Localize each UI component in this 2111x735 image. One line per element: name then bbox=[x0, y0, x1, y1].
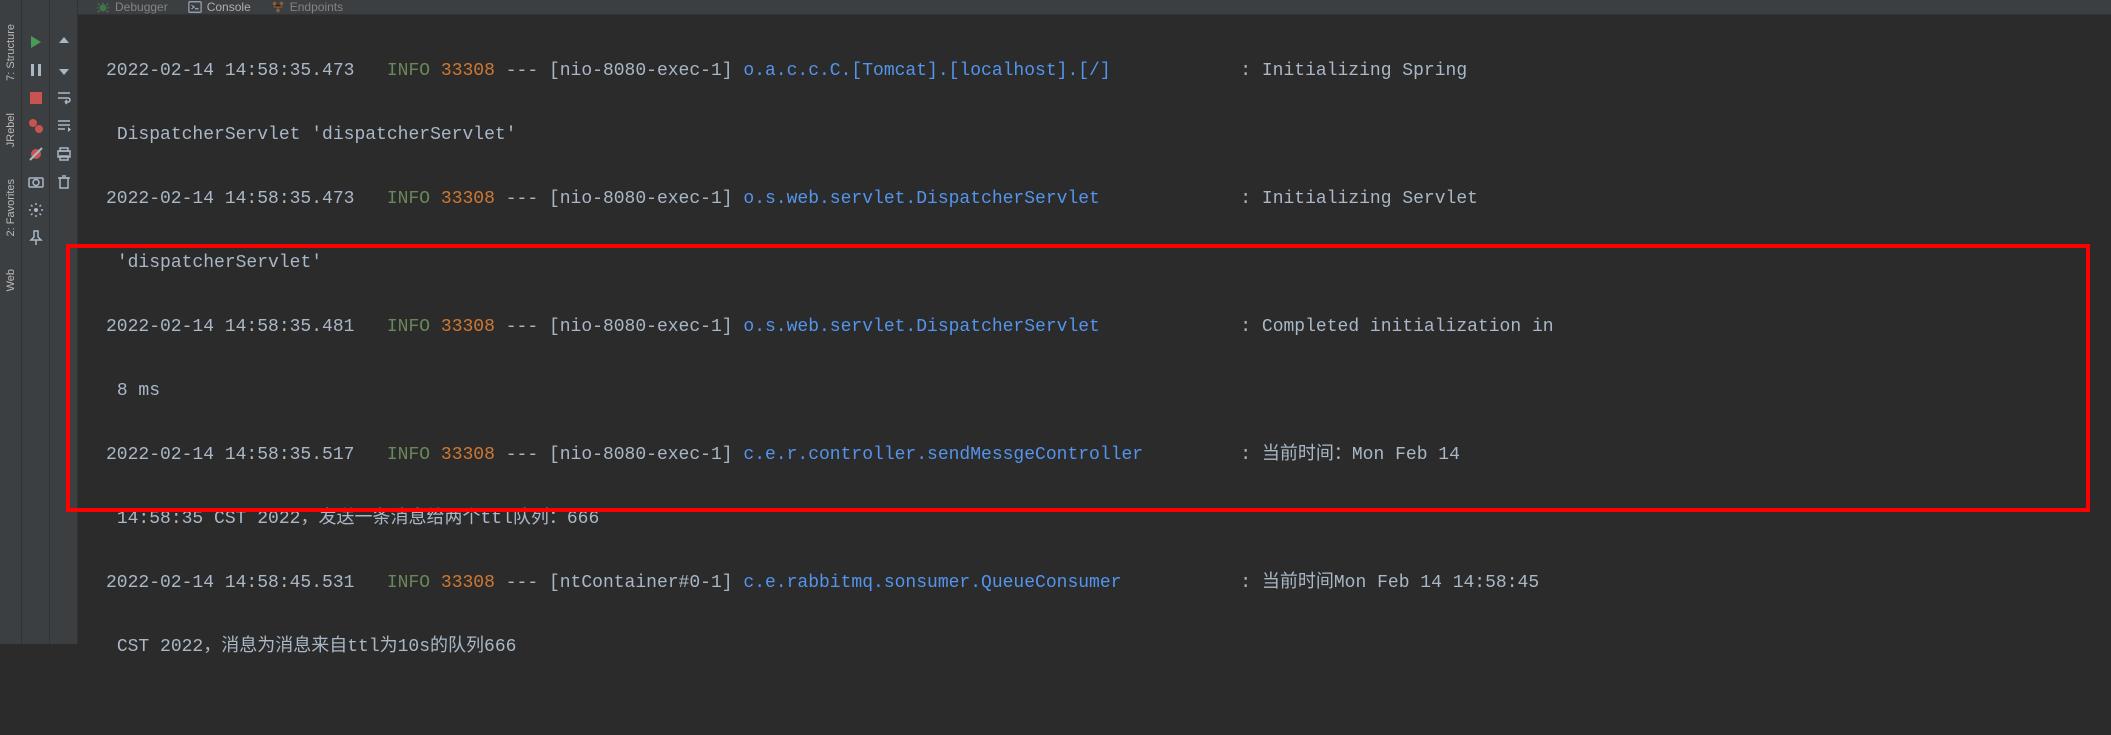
toolwindow-favorites[interactable]: 2: Favorites bbox=[5, 179, 17, 236]
clear-all-icon[interactable] bbox=[56, 174, 72, 190]
log-line: 2022-02-14 14:58:45.531 INFO 33308 --- [… bbox=[106, 567, 2101, 599]
left-toolwindow-strip: 7: Structure JRebel 2: Favorites Web bbox=[0, 0, 22, 644]
debug-action-bar bbox=[22, 0, 50, 644]
view-breakpoints-icon[interactable] bbox=[28, 118, 44, 134]
log-line-cont: 'dispatcherServlet' bbox=[106, 247, 2101, 279]
tab-debugger-label: Debugger bbox=[115, 0, 168, 14]
debug-tabbar: Debugger Console Endpoints bbox=[78, 0, 2111, 15]
console-action-bar bbox=[50, 0, 78, 644]
tab-endpoints-label: Endpoints bbox=[290, 0, 343, 14]
console-output[interactable]: 2022-02-14 14:58:35.473 INFO 33308 --- [… bbox=[78, 15, 2111, 735]
toolwindow-jrebel[interactable]: JRebel bbox=[5, 113, 17, 147]
tab-console-label: Console bbox=[207, 0, 251, 14]
toolwindow-structure[interactable]: 7: Structure bbox=[5, 24, 17, 81]
log-line-cont: 8 ms bbox=[106, 375, 2101, 407]
pause-icon[interactable] bbox=[28, 62, 44, 78]
log-line-cont: 14:58:35 CST 2022，发送一条消息给两个ttl队列：666 bbox=[106, 503, 2101, 535]
settings-icon[interactable] bbox=[28, 202, 44, 218]
bug-icon bbox=[96, 0, 110, 14]
stop-icon[interactable] bbox=[28, 90, 44, 106]
toolwindow-web[interactable]: Web bbox=[5, 269, 17, 291]
log-line: 2022-02-14 14:58:35.481 INFO 33308 --- [… bbox=[106, 311, 2101, 343]
camera-icon[interactable] bbox=[28, 174, 44, 190]
pin-icon[interactable] bbox=[28, 230, 44, 246]
mute-breakpoints-icon[interactable] bbox=[28, 146, 44, 162]
main-panel: Debugger Console Endpoints 2022-02-14 14… bbox=[78, 0, 2111, 644]
tab-endpoints[interactable]: Endpoints bbox=[261, 0, 353, 14]
rerun-icon[interactable] bbox=[28, 34, 44, 50]
scroll-up-icon[interactable] bbox=[56, 34, 72, 50]
print-icon[interactable] bbox=[56, 146, 72, 162]
log-line-cont: DispatcherServlet 'dispatcherServlet' bbox=[106, 119, 2101, 151]
log-line: 2022-02-14 14:58:35.473 INFO 33308 --- [… bbox=[106, 55, 2101, 87]
endpoints-icon bbox=[271, 0, 285, 14]
scroll-down-icon[interactable] bbox=[56, 62, 72, 78]
log-line-cont: CST 2022，消息为消息来自ttl为10s的队列666 bbox=[106, 631, 2101, 663]
tab-debugger[interactable]: Debugger bbox=[86, 0, 178, 14]
tab-console[interactable]: Console bbox=[178, 0, 261, 14]
soft-wrap-icon[interactable] bbox=[56, 90, 72, 106]
log-line: 2022-02-14 14:58:35.517 INFO 33308 --- [… bbox=[106, 439, 2101, 471]
scroll-to-end-icon[interactable] bbox=[56, 118, 72, 134]
console-icon bbox=[188, 0, 202, 14]
log-line: 2022-02-14 14:58:35.473 INFO 33308 --- [… bbox=[106, 183, 2101, 215]
